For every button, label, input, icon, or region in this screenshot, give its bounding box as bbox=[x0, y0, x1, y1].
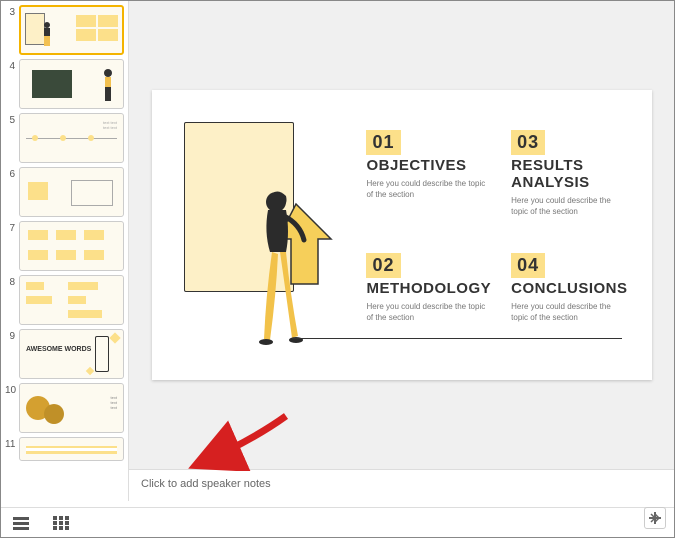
section-number: 04 bbox=[511, 253, 545, 278]
section-number: 01 bbox=[366, 130, 400, 155]
slide-thumbnail-6[interactable] bbox=[19, 167, 124, 217]
section-02[interactable]: 02 METHODOLOGY Here you could describe t… bbox=[366, 253, 491, 356]
slide-thumbnail-7[interactable] bbox=[19, 221, 124, 271]
thumb-number: 8 bbox=[5, 275, 19, 288]
section-03[interactable]: 03 RESULTS ANALYSIS Here you could descr… bbox=[511, 130, 627, 233]
slide-illustration bbox=[176, 114, 355, 356]
sections-grid: 01 OBJECTIVES Here you could describe th… bbox=[354, 114, 627, 356]
thumb-number: 10 bbox=[5, 383, 19, 396]
slide-thumbnail-5[interactable]: text texttext text bbox=[19, 113, 124, 163]
section-title: OBJECTIVES bbox=[366, 157, 491, 174]
thumb-number: 7 bbox=[5, 221, 19, 234]
thumb-number: 5 bbox=[5, 113, 19, 126]
plus-icon bbox=[649, 512, 661, 524]
grid-view-icon[interactable] bbox=[53, 516, 69, 530]
section-description: Here you could describe the topic of the… bbox=[366, 178, 491, 200]
slide-canvas-area[interactable]: 01 OBJECTIVES Here you could describe th… bbox=[129, 1, 674, 469]
section-number: 02 bbox=[366, 253, 400, 278]
thumb-number: 3 bbox=[5, 5, 19, 18]
section-description: Here you could describe the topic of the… bbox=[511, 195, 627, 217]
slide-thumbnail-10[interactable]: texttexttext bbox=[19, 383, 124, 433]
slide-thumbnail-9[interactable]: AWESOME WORDS bbox=[19, 329, 124, 379]
section-title: CONCLUSIONS bbox=[511, 280, 627, 297]
current-slide[interactable]: 01 OBJECTIVES Here you could describe th… bbox=[152, 90, 652, 380]
section-number: 03 bbox=[511, 130, 545, 155]
bottom-toolbar bbox=[1, 507, 674, 537]
section-title: METHODOLOGY bbox=[366, 280, 491, 297]
slide-thumbnail-11[interactable] bbox=[19, 437, 124, 461]
slide-thumbnail-3[interactable] bbox=[19, 5, 124, 55]
main-area: 01 OBJECTIVES Here you could describe th… bbox=[129, 1, 674, 501]
section-description: Here you could describe the topic of the… bbox=[366, 301, 491, 323]
section-description: Here you could describe the topic of the… bbox=[511, 301, 627, 323]
divider-line bbox=[292, 338, 622, 339]
slide-thumbnail-panel[interactable]: 3 4 5 text te bbox=[1, 1, 129, 501]
slide-thumbnail-4[interactable] bbox=[19, 59, 124, 109]
thumb-number: 9 bbox=[5, 329, 19, 342]
thumb-number: 6 bbox=[5, 167, 19, 180]
person-arrow-illustration bbox=[256, 184, 346, 354]
explore-button[interactable] bbox=[644, 507, 666, 529]
thumb-number: 11 bbox=[5, 437, 19, 450]
thumb-number: 4 bbox=[5, 59, 19, 72]
section-01[interactable]: 01 OBJECTIVES Here you could describe th… bbox=[366, 130, 491, 233]
filmstrip-view-icon[interactable] bbox=[13, 516, 29, 530]
speaker-notes-input[interactable]: Click to add speaker notes bbox=[129, 469, 674, 501]
app-container: 3 4 5 text te bbox=[1, 1, 674, 501]
section-title: RESULTS ANALYSIS bbox=[511, 157, 627, 191]
section-04[interactable]: 04 CONCLUSIONS Here you could describe t… bbox=[511, 253, 627, 356]
slide-thumbnail-8[interactable] bbox=[19, 275, 124, 325]
